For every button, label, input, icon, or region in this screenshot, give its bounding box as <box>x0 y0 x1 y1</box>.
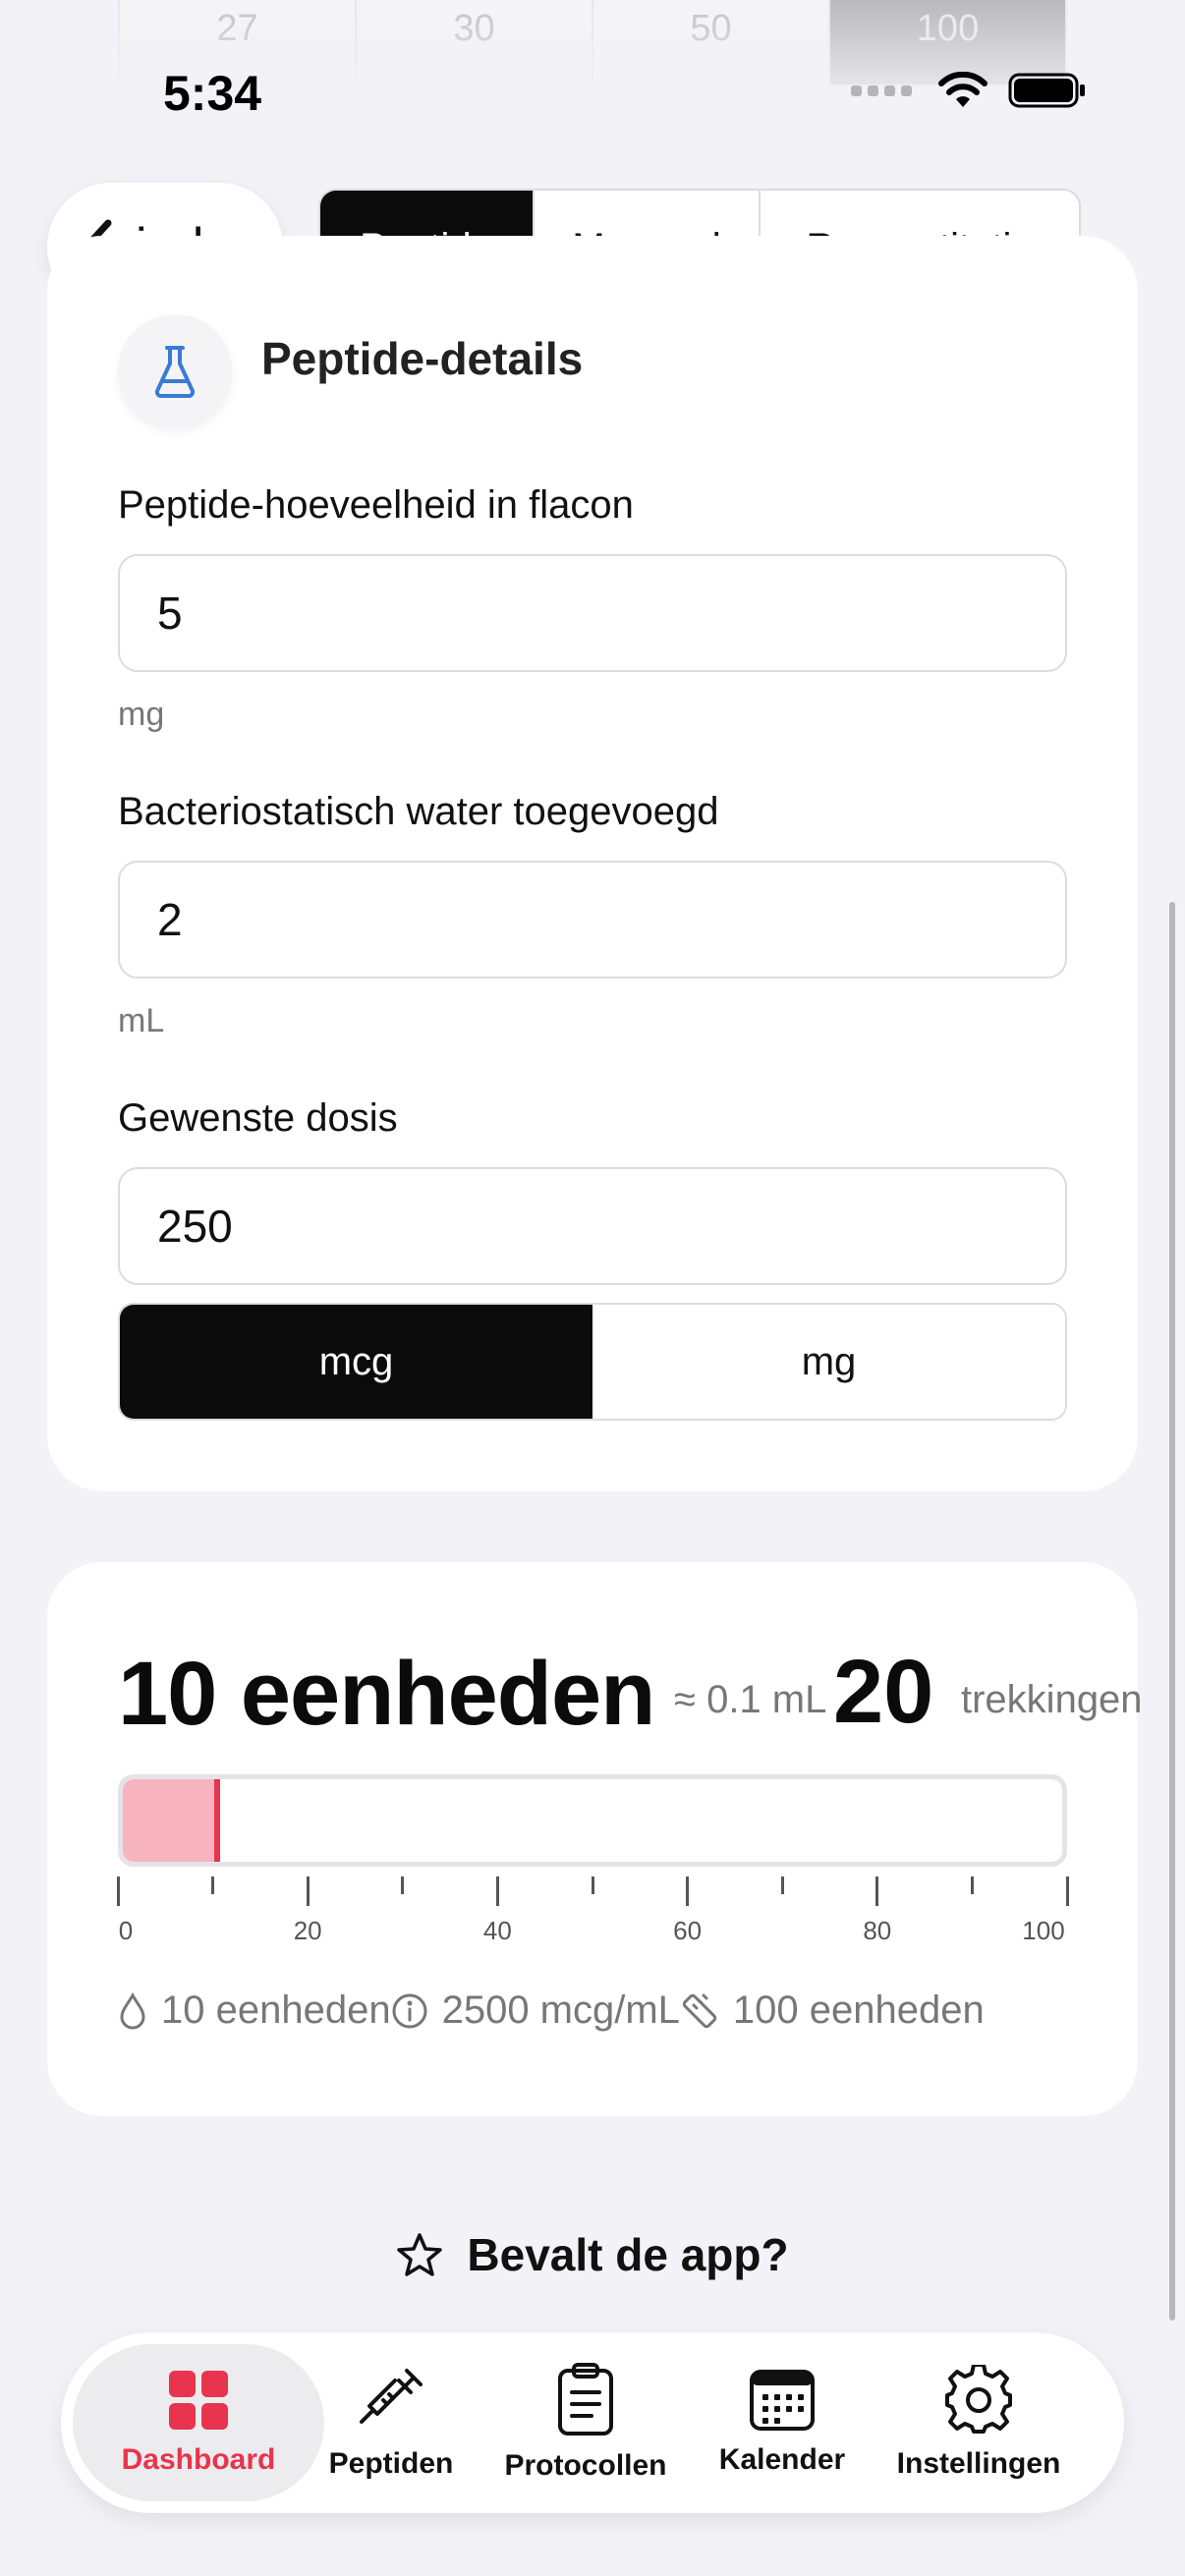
clipboard-icon <box>558 2363 613 2436</box>
units-result: 10 eenheden <box>118 1644 655 1744</box>
scale-tick <box>1065 1876 1069 1906</box>
info-concentration-text: 2500 mcg/mL <box>441 1988 680 2032</box>
syringe-size-option[interactable]: 50 <box>593 0 830 84</box>
dose-unit-mcg[interactable]: mcg <box>120 1305 592 1419</box>
gear-icon <box>945 2365 1012 2434</box>
syringe-icon <box>360 2369 423 2424</box>
scale-tick-label: 80 <box>863 1916 892 1945</box>
tab-dashboard[interactable]: Dashboard <box>73 2344 324 2501</box>
scale-tick-label: 40 <box>482 1916 512 1945</box>
syringe-fill-marker <box>213 1779 220 1862</box>
unit-label-ml: mL <box>118 1002 165 1039</box>
scale-tick <box>970 1876 974 1894</box>
status-icons <box>851 71 1087 110</box>
draws-count: 20 <box>833 1642 934 1742</box>
dose-unit-toggle[interactable]: mcg mg <box>118 1303 1067 1421</box>
peptide-details-card: Peptide-details Peptide-hoeveelheid in f… <box>47 236 1138 1491</box>
syringe-scale: 0 20 40 60 80 100 <box>116 1876 1069 1955</box>
tab-label: Peptiden <box>328 2447 454 2480</box>
scale-tick <box>875 1876 879 1906</box>
scale-tick <box>116 1876 120 1906</box>
rate-app-label: Bevalt de app? <box>467 2229 789 2280</box>
status-time: 5:34 <box>163 66 262 121</box>
tab-label: Instellingen <box>896 2447 1061 2480</box>
scale-tick <box>780 1876 784 1894</box>
unit-label-mg: mg <box>118 696 165 733</box>
syringe-fill <box>123 1779 217 1862</box>
scrollbar[interactable] <box>1169 902 1175 2321</box>
ruler-icon <box>682 1993 717 2028</box>
syringe-size-option[interactable]: 30 <box>357 0 593 84</box>
tab-instellingen[interactable]: Instellingen <box>880 2344 1077 2501</box>
scale-tick-label: 0 <box>118 1916 134 1945</box>
scale-tick <box>495 1876 499 1906</box>
signal-dots-icon <box>851 84 912 96</box>
star-icon <box>397 2233 443 2276</box>
tab-label: Dashboard <box>121 2443 276 2476</box>
scale-tick <box>401 1876 405 1894</box>
field-label-dose: Gewenste dosis <box>118 1096 398 1140</box>
info-capacity-text: 100 eenheden <box>732 1988 985 2032</box>
tab-peptiden[interactable]: Peptiden <box>293 2344 489 2501</box>
draws-label: trekkingen <box>961 1678 1143 1721</box>
scale-tick-label: 20 <box>293 1916 322 1945</box>
info-units-text: 10 eenheden <box>161 1988 391 2032</box>
info-icon <box>392 1993 427 2028</box>
field-label-peptide-amount: Peptide-hoeveelheid in flacon <box>118 483 634 527</box>
scale-tick <box>211 1876 215 1894</box>
info-item-capacity: 100 eenheden <box>680 1988 985 2033</box>
flask-icon-badge <box>118 314 232 428</box>
info-item-units: 10 eenheden <box>118 1988 391 2033</box>
info-item-concentration: 2500 mcg/mL <box>391 1988 680 2033</box>
tab-bar: Dashboard Peptiden Protocollen Kalender … <box>61 2332 1124 2513</box>
scale-tick <box>591 1876 594 1894</box>
tab-kalender[interactable]: Kalender <box>684 2344 880 2501</box>
calendar-icon <box>750 2370 815 2431</box>
drop-icon <box>120 1991 145 2029</box>
dose-input[interactable]: 250 <box>118 1167 1067 1285</box>
peptide-amount-input[interactable]: 5 <box>118 554 1067 672</box>
tab-label: Protocollen <box>504 2449 667 2482</box>
scale-tick <box>306 1876 310 1906</box>
card-title: Peptide-details <box>261 333 584 384</box>
tab-protocollen[interactable]: Protocollen <box>487 2344 684 2501</box>
scale-tick <box>686 1876 690 1906</box>
syringe-gauge <box>118 1774 1067 1867</box>
info-row: 10 eenheden 2500 mcg/mL 100 eenheden <box>118 1988 985 2033</box>
tab-label: Kalender <box>718 2443 846 2476</box>
battery-icon <box>1008 73 1085 108</box>
wifi-icon <box>938 72 988 107</box>
scale-tick-label: 60 <box>673 1916 703 1945</box>
grid-icon <box>169 2371 228 2430</box>
rate-app-button[interactable]: Bevalt de app? <box>0 2228 1185 2281</box>
flask-icon <box>154 346 196 398</box>
water-amount-input[interactable]: 2 <box>118 861 1067 979</box>
dose-unit-mg[interactable]: mg <box>592 1305 1065 1419</box>
field-label-water: Bacteriostatisch water toegevoegd <box>118 790 719 833</box>
scale-tick-label: 100 <box>1022 1916 1065 1945</box>
result-card: 10 eenheden ≈ 0.1 mL 20 trekkingen 0 20 40… <box>47 1562 1143 2116</box>
ml-result: ≈ 0.1 mL <box>674 1678 827 1721</box>
